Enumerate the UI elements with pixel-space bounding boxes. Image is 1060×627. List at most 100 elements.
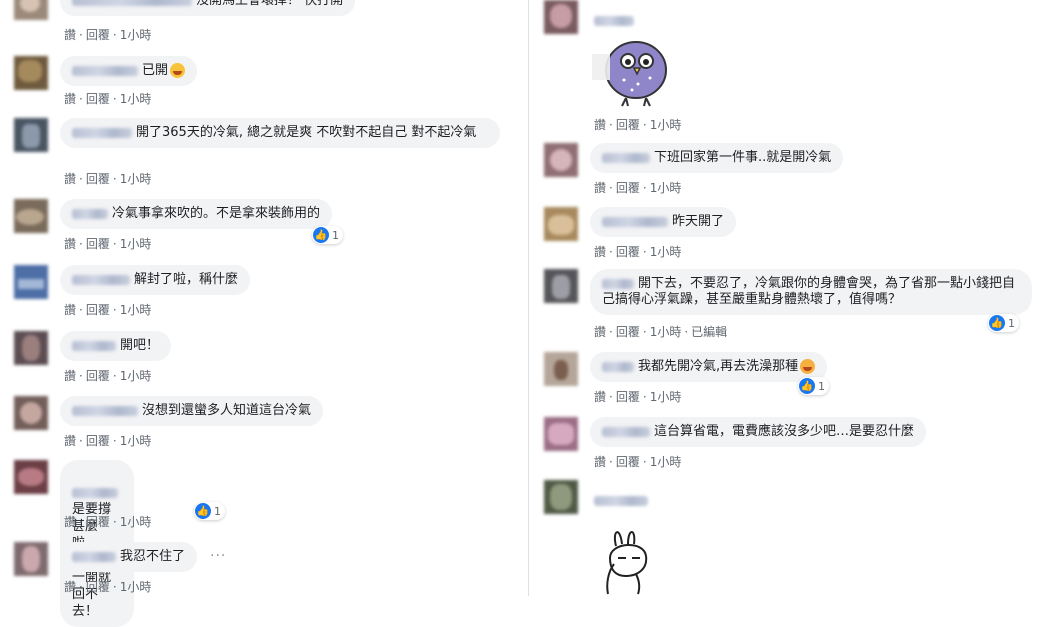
reply-link[interactable]: 回覆 <box>616 388 640 405</box>
author-name[interactable] <box>72 208 108 219</box>
separator: · <box>112 434 117 448</box>
comment-bubble: 昨天開了 <box>590 207 737 237</box>
reply-link[interactable]: 回覆 <box>616 323 640 340</box>
timestamp[interactable]: 1小時 <box>650 179 682 196</box>
author-name[interactable] <box>72 274 130 285</box>
timestamp[interactable]: 1小時 <box>120 432 152 449</box>
author-name[interactable] <box>602 426 650 437</box>
comment-bubble: 冷氣事拿來吹的。不是拿來裝飾用的 <box>60 199 333 229</box>
comment-bubble: 沒開馬上會壞掉！ 快打開 <box>60 0 356 16</box>
reply-link[interactable]: 回覆 <box>86 432 110 449</box>
reaction-number: 1 <box>214 504 221 518</box>
separator: · <box>79 580 83 594</box>
reply-link[interactable]: 回覆 <box>86 170 110 187</box>
timestamp[interactable]: 1小時 <box>120 90 152 107</box>
timestamp[interactable]: 1小時 <box>650 453 682 470</box>
like-link[interactable]: 讚 <box>64 26 76 43</box>
comments-column-left: 沒開馬上會壞掉！ 快打開 讚 · 回覆 · 1小時 已開 讚 · 回覆 · 1小時 開了365天… <box>0 0 528 627</box>
like-link[interactable]: 讚 <box>64 235 76 252</box>
author-name[interactable] <box>602 361 634 372</box>
author-name[interactable] <box>602 152 650 163</box>
timestamp[interactable]: 1小時 <box>120 513 152 530</box>
reaction-count[interactable]: 👍 1 <box>312 226 343 244</box>
separator: · <box>79 434 83 448</box>
timestamp[interactable]: 1小時 <box>120 301 152 318</box>
reaction-count[interactable]: 👍 1 <box>988 314 1019 332</box>
more-options-icon[interactable]: ··· <box>210 548 226 564</box>
timestamp[interactable]: 1小時 <box>120 367 152 384</box>
author-name[interactable] <box>594 15 634 26</box>
author-name[interactable] <box>72 127 132 138</box>
like-link[interactable]: 讚 <box>64 367 76 384</box>
like-reaction-icon: 👍 <box>989 315 1005 331</box>
like-link[interactable]: 讚 <box>64 578 76 595</box>
like-link[interactable]: 讚 <box>64 301 76 318</box>
like-link[interactable]: 讚 <box>594 243 606 260</box>
timestamp[interactable]: 1小時 <box>650 323 682 340</box>
reply-link[interactable]: 回覆 <box>86 367 110 384</box>
reply-link[interactable]: 回覆 <box>616 116 640 133</box>
author-name[interactable] <box>72 551 116 562</box>
avatar[interactable] <box>544 480 578 514</box>
like-link[interactable]: 讚 <box>64 90 76 107</box>
comment-actions: 讚 · 回覆 · 1小時 <box>64 367 151 384</box>
avatar[interactable] <box>14 199 48 233</box>
avatar[interactable] <box>544 417 578 451</box>
reply-link[interactable]: 回覆 <box>86 90 110 107</box>
edited-label[interactable]: 已編輯 <box>691 323 727 340</box>
reply-link[interactable]: 回覆 <box>86 578 110 595</box>
like-link[interactable]: 讚 <box>64 170 76 187</box>
reply-link[interactable]: 回覆 <box>86 513 110 530</box>
reply-link[interactable]: 回覆 <box>616 453 640 470</box>
timestamp[interactable]: 1小時 <box>120 170 152 187</box>
author-name[interactable] <box>72 487 118 498</box>
reply-link[interactable]: 回覆 <box>86 235 110 252</box>
avatar[interactable] <box>14 331 48 365</box>
timestamp[interactable]: 1小時 <box>120 235 152 252</box>
avatar[interactable] <box>14 265 48 299</box>
reaction-count[interactable]: 👍 1 <box>798 377 829 395</box>
column-divider <box>528 0 529 596</box>
avatar[interactable] <box>544 352 578 386</box>
avatar[interactable] <box>14 542 48 576</box>
avatar[interactable] <box>544 143 578 177</box>
like-link[interactable]: 讚 <box>594 179 606 196</box>
like-link[interactable]: 讚 <box>594 388 606 405</box>
like-reaction-icon: 👍 <box>799 378 815 394</box>
reaction-count[interactable]: 👍 1 <box>194 502 225 520</box>
avatar[interactable] <box>544 269 578 303</box>
like-link[interactable]: 讚 <box>64 513 76 530</box>
author-name[interactable] <box>602 278 634 289</box>
separator: · <box>112 237 117 251</box>
avatar[interactable] <box>14 396 48 430</box>
author-name[interactable] <box>594 495 648 506</box>
reply-link[interactable]: 回覆 <box>86 26 110 43</box>
timestamp[interactable]: 1小時 <box>650 116 682 133</box>
avatar[interactable] <box>544 0 578 34</box>
avatar[interactable] <box>544 207 578 241</box>
avatar[interactable] <box>14 460 48 494</box>
author-name[interactable] <box>72 405 138 416</box>
separator: · <box>112 92 117 106</box>
author-name[interactable] <box>72 65 138 76</box>
like-link[interactable]: 讚 <box>594 453 606 470</box>
reply-link[interactable]: 回覆 <box>616 243 640 260</box>
author-name[interactable] <box>602 216 668 227</box>
avatar[interactable] <box>14 118 48 152</box>
like-link[interactable]: 讚 <box>64 432 76 449</box>
timestamp[interactable]: 1小時 <box>650 388 682 405</box>
reply-link[interactable]: 回覆 <box>616 179 640 196</box>
separator: · <box>79 237 83 251</box>
author-name[interactable] <box>72 0 192 6</box>
timestamp[interactable]: 1小時 <box>120 578 152 595</box>
like-link[interactable]: 讚 <box>594 323 606 340</box>
avatar[interactable] <box>14 0 48 20</box>
avatar[interactable] <box>14 56 48 90</box>
reply-link[interactable]: 回覆 <box>86 301 110 318</box>
comment-text: 我都先開冷氣,再去洗澡那種 <box>638 359 799 374</box>
author-name[interactable] <box>72 340 116 351</box>
separator: · <box>112 515 117 529</box>
timestamp[interactable]: 1小時 <box>120 26 152 43</box>
timestamp[interactable]: 1小時 <box>650 243 682 260</box>
like-link[interactable]: 讚 <box>594 116 606 133</box>
